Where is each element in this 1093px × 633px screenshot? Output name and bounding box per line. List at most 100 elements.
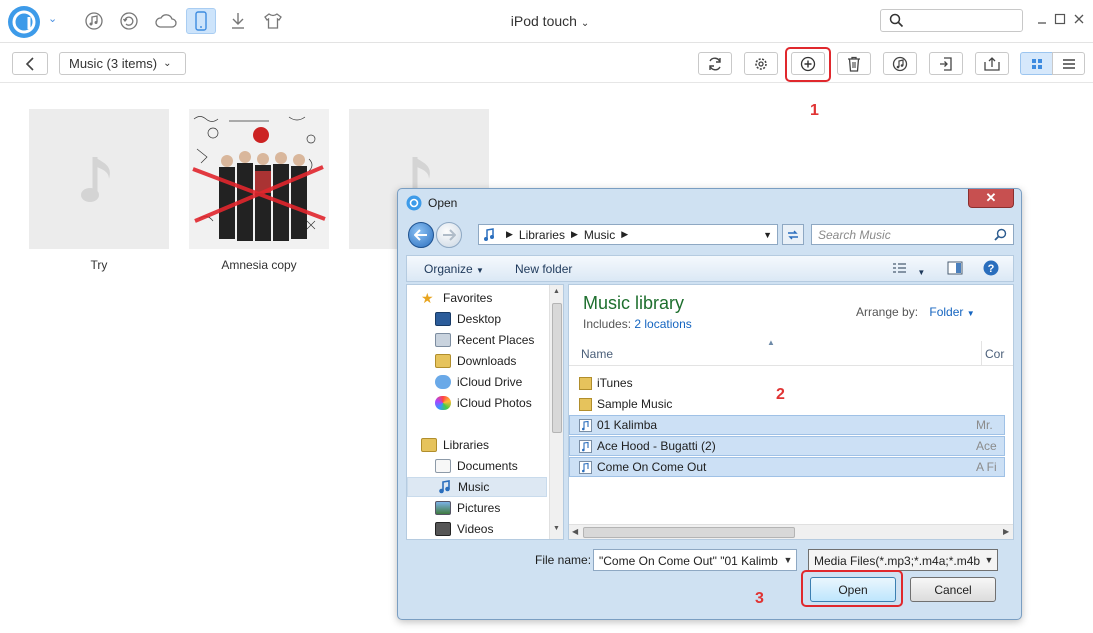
phone-icon[interactable]	[186, 8, 216, 34]
scroll-down-icon[interactable]: ▼	[553, 525, 560, 532]
to-computer-button[interactable]	[929, 52, 963, 75]
file-type-filter[interactable]: Media Files(*.mp3;*.m4a;*.m4b ▼	[808, 549, 998, 571]
toolbar: Music (3 items) ⌄	[0, 44, 1093, 83]
nav-item-downloads[interactable]: Downloads	[435, 351, 563, 371]
arrange-by-dropdown[interactable]: Folder ▼	[929, 305, 974, 319]
close-icon[interactable]	[1073, 13, 1085, 25]
search-input[interactable]	[880, 9, 1023, 32]
files-scrollbar[interactable]: ◀ ▶	[569, 524, 1013, 539]
cancel-button[interactable]: Cancel	[910, 577, 996, 602]
search-music-input[interactable]: Search Music	[811, 224, 1014, 245]
nav-item-videos[interactable]: Videos	[435, 519, 563, 539]
navigation-pane: ★ Favorites Desktop Recent Places Downlo…	[406, 284, 564, 540]
album-tile[interactable]: Try	[29, 109, 169, 272]
file-row[interactable]: Ace Hood - Bugatti (2) Ace	[569, 436, 1005, 456]
to-itunes-button[interactable]	[883, 52, 917, 75]
column-headers: Name ▲ Cor	[569, 338, 1013, 366]
address-segment[interactable]: Music	[584, 228, 615, 242]
chevron-down-icon[interactable]: ▼	[780, 550, 796, 570]
chevron-right-icon: ▶	[506, 229, 513, 239]
preview-pane-icon	[947, 261, 963, 275]
chevron-down-icon[interactable]: ▼	[763, 230, 772, 240]
forward-button[interactable]	[436, 222, 462, 248]
download-icon[interactable]	[223, 8, 253, 34]
tshirt-icon[interactable]	[258, 8, 288, 34]
downloads-folder-icon	[435, 354, 451, 368]
nav-item-icloud-drive[interactable]: iCloud Drive	[435, 372, 563, 392]
file-contributing: A Fi	[976, 460, 997, 474]
locations-link[interactable]: 2 locations	[634, 317, 691, 331]
back-button[interactable]	[12, 52, 48, 75]
file-contributing: Mr.	[976, 418, 993, 432]
app-logo-icon[interactable]	[8, 6, 40, 38]
back-button[interactable]	[408, 222, 434, 248]
chevron-down-icon: ⌄	[580, 18, 590, 29]
search-icon	[889, 13, 904, 28]
nav-item-icloud-photos[interactable]: iCloud Photos	[435, 393, 563, 413]
dialog-close-button[interactable]: ✕	[968, 189, 1014, 208]
library-includes: Includes: 2 locations	[583, 317, 692, 331]
nav-item-documents[interactable]: Documents	[435, 456, 563, 476]
device-title[interactable]: iPod touch ⌄	[460, 13, 640, 29]
preview-pane-button[interactable]	[947, 261, 963, 278]
nav-item-desktop[interactable]: Desktop	[435, 309, 563, 329]
file-row[interactable]: Come On Come Out A Fi	[569, 457, 1005, 477]
list-view-button[interactable]	[1052, 52, 1085, 75]
list-view-icon	[1062, 58, 1075, 69]
address-segment[interactable]: Libraries	[519, 228, 565, 242]
maximize-icon[interactable]	[1054, 13, 1066, 25]
file-row[interactable]: Sample Music	[579, 394, 1013, 414]
minimize-icon[interactable]	[1036, 13, 1048, 25]
music-note-icon[interactable]	[79, 8, 109, 34]
to-computer-icon	[940, 56, 952, 71]
delete-button[interactable]	[837, 52, 871, 75]
libraries-icon	[421, 438, 437, 452]
chevron-down-icon: ▼	[476, 266, 484, 275]
pictures-icon	[435, 501, 451, 515]
command-bar: Organize ▼ New folder ▼ ?	[406, 255, 1014, 282]
file-row[interactable]: iTunes	[579, 373, 1013, 393]
star-icon: ★	[421, 290, 434, 306]
nav-item-recent-places[interactable]: Recent Places	[435, 330, 563, 350]
new-folder-button[interactable]: New folder	[515, 262, 572, 276]
restore-icon[interactable]	[114, 8, 144, 34]
to-device-button[interactable]	[975, 52, 1009, 75]
settings-button[interactable]	[744, 52, 778, 75]
step-number-2: 2	[776, 386, 785, 403]
to-itunes-icon	[892, 56, 908, 71]
music-note-icon	[81, 157, 110, 202]
scroll-up-icon[interactable]: ▲	[553, 288, 560, 295]
album-tile[interactable]: Amnesia copy	[189, 109, 329, 272]
scroll-left-icon[interactable]: ◀	[572, 527, 578, 536]
refresh-button[interactable]	[782, 224, 804, 245]
nav-libraries[interactable]: Libraries	[421, 435, 561, 455]
address-bar[interactable]: ▶ Libraries ▶ Music ▶ ▼	[478, 224, 778, 245]
column-header-contributing[interactable]: Cor	[985, 347, 1004, 361]
folder-icon	[579, 376, 592, 390]
nav-scrollbar[interactable]: ▲ ▼	[549, 285, 563, 539]
chevron-down-icon[interactable]: ⌄	[48, 12, 57, 25]
scrollbar-thumb[interactable]	[583, 527, 795, 538]
nav-item-pictures[interactable]: Pictures	[435, 498, 563, 518]
cloud-icon[interactable]	[151, 8, 181, 34]
refresh-button[interactable]	[698, 52, 732, 75]
file-name-input[interactable]: "Come On Come Out" "01 Kalimb ▼	[593, 549, 797, 571]
refresh-icon	[709, 57, 721, 70]
chevron-down-icon[interactable]: ▼	[981, 550, 997, 570]
nav-item-music[interactable]: Music	[407, 477, 547, 497]
help-button[interactable]: ?	[983, 260, 999, 279]
icloud-photos-icon	[435, 396, 451, 410]
view-options-button[interactable]: ▼	[892, 261, 925, 278]
app-logo-icon	[406, 195, 422, 211]
nav-favorites[interactable]: ★ Favorites	[421, 288, 561, 308]
scrollbar-thumb[interactable]	[552, 303, 562, 433]
svg-text:?: ?	[988, 263, 995, 275]
chevron-down-icon: ▼	[966, 309, 975, 318]
arrange-by: Arrange by: Folder ▼	[856, 305, 975, 319]
breadcrumb[interactable]: Music (3 items) ⌄	[59, 52, 186, 75]
column-header-name[interactable]: Name	[581, 347, 613, 361]
grid-view-button[interactable]	[1020, 52, 1053, 75]
organize-menu[interactable]: Organize ▼	[424, 262, 484, 276]
scroll-right-icon[interactable]: ▶	[1003, 527, 1009, 536]
file-row[interactable]: 01 Kalimba Mr.	[569, 415, 1005, 435]
